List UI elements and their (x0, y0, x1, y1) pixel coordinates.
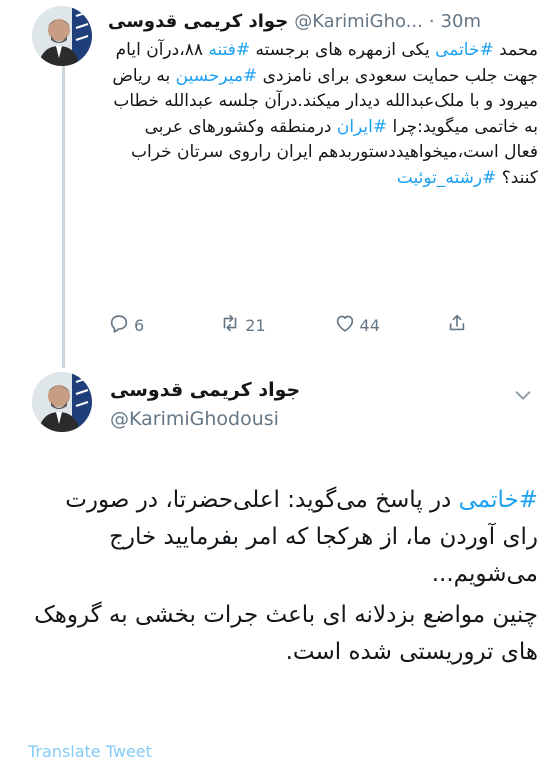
reply-icon (108, 312, 130, 338)
like-button[interactable]: 44 (334, 312, 380, 338)
hashtag-link[interactable]: #خاتمی (459, 487, 538, 513)
retweet-count: 21 (245, 315, 266, 335)
handle[interactable]: @KarimiGho... (294, 11, 423, 32)
hashtag-link[interactable]: #فتنه (208, 40, 250, 60)
share-button[interactable] (446, 312, 468, 338)
hashtag-link[interactable]: #ایران (337, 117, 387, 137)
handle[interactable]: @KarimiGhodousi (110, 408, 279, 430)
tweet-text-segment: محمد (493, 40, 538, 60)
tweet-text: محمد #خاتمی یکی ازمهره های برجسته #فتنه … (108, 38, 538, 191)
tweet-text-segment: یکی ازمهره های برجسته (250, 40, 436, 60)
timestamp[interactable]: 30m (441, 11, 481, 32)
thread-connector-line (62, 58, 65, 368)
translate-tweet-link[interactable]: Translate Tweet (28, 742, 152, 761)
share-icon (446, 312, 468, 338)
avatar[interactable] (32, 372, 92, 432)
chevron-down-icon (512, 391, 534, 410)
separator-dot: · (428, 10, 435, 32)
reply-button[interactable]: 6 (108, 312, 144, 338)
hashtag-link[interactable]: #میرحسین (176, 66, 258, 86)
more-options-button[interactable] (512, 384, 534, 406)
avatar[interactable] (32, 6, 92, 66)
like-icon (334, 312, 356, 338)
hashtag-link[interactable]: #رشته_توئیت (397, 168, 497, 188)
tweet-header: جواد کریمی قدوسی @KarimiGho... · 30m (108, 6, 538, 36)
tweet-paragraph: #خاتمی در پاسخ می‌گوید: اعلی‌حضرتا، در ص… (28, 482, 538, 593)
tweet-actions: 6 21 44 (108, 310, 508, 340)
display-name[interactable]: جواد کریمی قدوسی (110, 379, 300, 401)
tweet-paragraph: چنین مواضع بزدلانه ای باعث جرات بخشی به … (34, 602, 538, 665)
reply-count: 6 (134, 315, 145, 335)
retweet-icon (219, 312, 241, 338)
hashtag-link[interactable]: #خاتمی (435, 40, 494, 60)
retweet-button[interactable]: 21 (219, 312, 266, 338)
display-name[interactable]: جواد کریمی قدوسی (108, 11, 288, 32)
tweet-text: #خاتمی در پاسخ می‌گوید: اعلی‌حضرتا، در ص… (28, 482, 538, 671)
like-count: 44 (359, 315, 380, 335)
